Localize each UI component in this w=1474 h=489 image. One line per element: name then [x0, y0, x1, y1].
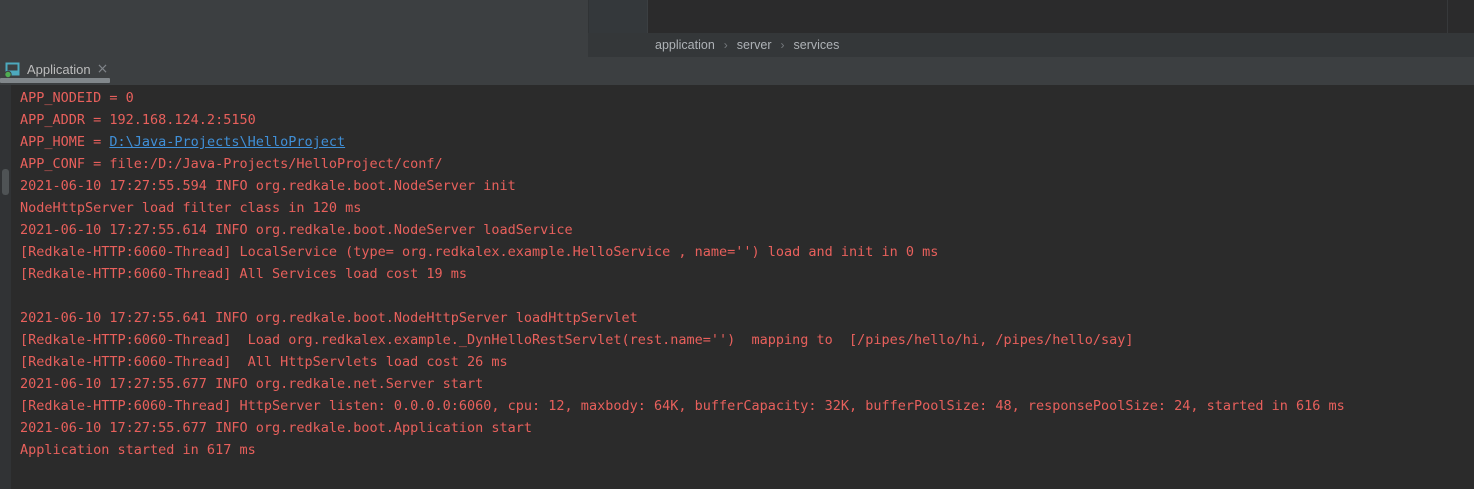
- console-line: Application started in 617 ms: [20, 439, 1474, 461]
- active-tab-indicator: [0, 78, 110, 83]
- console-line: 2021-06-10 17:27:55.641 INFO org.redkale…: [20, 307, 1474, 329]
- console-line: [Redkale-HTTP:6060-Thread] All Services …: [20, 263, 1474, 285]
- console-line: APP_HOME = D:\Java-Projects\HelloProject: [20, 131, 1474, 153]
- breadcrumb-item-application[interactable]: application: [655, 38, 715, 52]
- console-gutter: [0, 85, 11, 489]
- ide-window: application › server › services Application …: [0, 0, 1474, 489]
- breadcrumb-item-server[interactable]: server: [737, 38, 772, 52]
- breadcrumb-bar: application › server › services: [588, 33, 1474, 57]
- console-line: 2021-06-10 17:27:55.594 INFO org.redkale…: [20, 175, 1474, 197]
- console-line: APP_ADDR = 192.168.124.2:5150: [20, 109, 1474, 131]
- close-icon[interactable]: ×: [97, 62, 109, 76]
- console-text: APP_HOME =: [20, 134, 109, 150]
- editor-gutter-column: [588, 0, 648, 33]
- console-line: [Redkale-HTTP:6060-Thread] Load org.redk…: [20, 329, 1474, 351]
- console-tab-bar: Application ×: [0, 57, 1474, 85]
- run-console-icon: [4, 61, 21, 78]
- console-line: APP_CONF = file:/D:/Java-Projects/HelloP…: [20, 153, 1474, 175]
- console-line: 2021-06-10 17:27:55.677 INFO org.redkale…: [20, 417, 1474, 439]
- console-line: [Redkale-HTTP:6060-Thread] HttpServer li…: [20, 395, 1474, 417]
- file-path-link[interactable]: D:\Java-Projects\HelloProject: [109, 134, 345, 150]
- breadcrumb-separator: ›: [781, 38, 785, 52]
- tool-window-header-panel: [0, 0, 588, 57]
- console-line: [Redkale-HTTP:6060-Thread] LocalService …: [20, 241, 1474, 263]
- console-lines: APP_NODEID = 0APP_ADDR = 192.168.124.2:5…: [20, 87, 1474, 461]
- console-line: 2021-06-10 17:27:55.614 INFO org.redkale…: [20, 219, 1474, 241]
- breadcrumb-item-services[interactable]: services: [794, 38, 840, 52]
- scrollbar-thumb[interactable]: [2, 169, 9, 195]
- editor-area: [588, 0, 1474, 33]
- console-line: APP_NODEID = 0: [20, 87, 1474, 109]
- tab-label: Application: [27, 62, 91, 77]
- console-output[interactable]: APP_NODEID = 0APP_ADDR = 192.168.124.2:5…: [0, 85, 1474, 489]
- console-line: [Redkale-HTTP:6060-Thread] All HttpServl…: [20, 351, 1474, 373]
- breadcrumb: application › server › services: [655, 38, 839, 52]
- console-line: [20, 285, 1474, 307]
- editor-divider: [1447, 0, 1448, 33]
- console-line: 2021-06-10 17:27:55.677 INFO org.redkale…: [20, 373, 1474, 395]
- console-line: NodeHttpServer load filter class in 120 …: [20, 197, 1474, 219]
- breadcrumb-separator: ›: [724, 38, 728, 52]
